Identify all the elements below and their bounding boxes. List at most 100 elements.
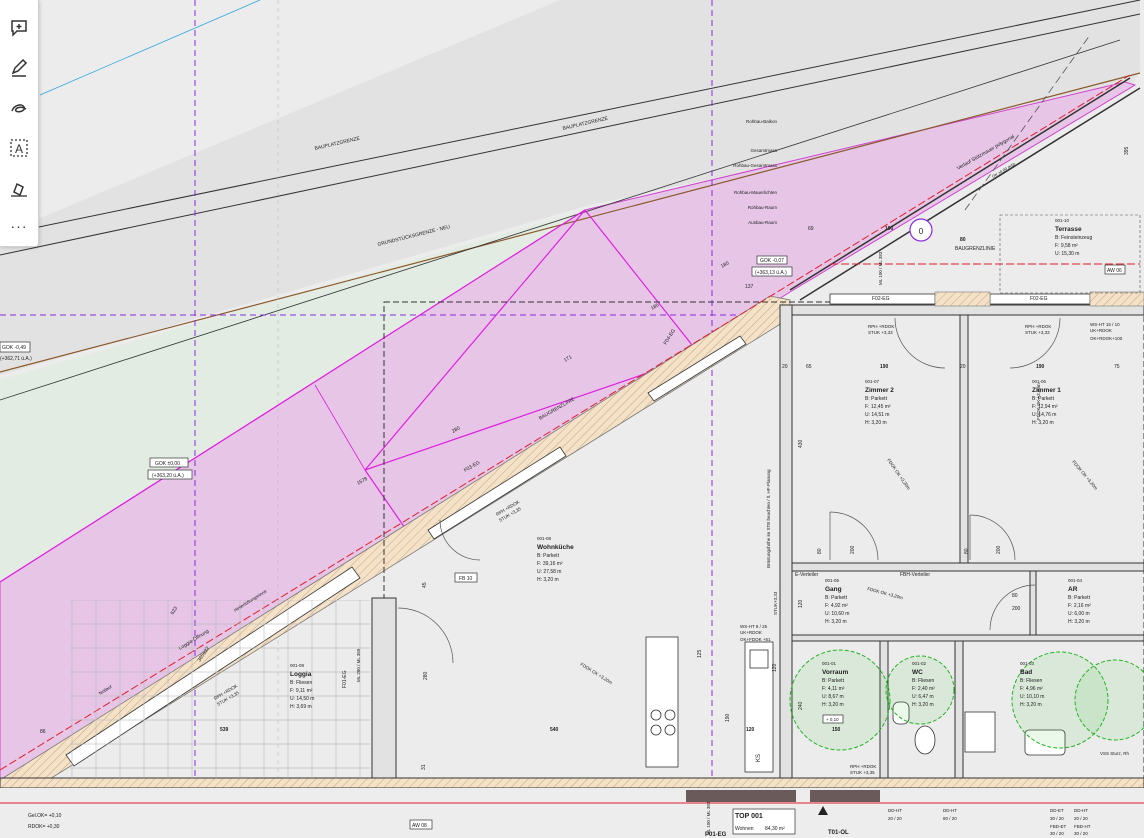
ws-ht-tag: OK+RDOK+100 <box>1090 336 1123 341</box>
sign-icon[interactable] <box>5 174 33 202</box>
wall-north <box>791 304 1144 316</box>
room-perimeter: U: 10,10 m <box>1020 694 1044 700</box>
gok-label: GOK -0,07 <box>760 258 784 264</box>
room-area: F: 4,96 m² <box>1020 686 1043 692</box>
hob-4 <box>664 724 676 736</box>
bath-element <box>964 711 996 753</box>
room-id: 001-08 <box>537 536 552 541</box>
room-height: H: 3,20 m <box>912 702 934 708</box>
ws-ht-tag: UK+RDOK <box>740 630 762 635</box>
annotation-toolbar: A ··· <box>0 0 39 247</box>
more-options-icon[interactable]: ··· <box>5 212 33 240</box>
wall-ar <box>1029 570 1037 636</box>
title-box-area: 84,30 m² <box>765 826 785 832</box>
room-id: 001-05 <box>825 578 840 583</box>
room-area: F: 4,92 m² <box>825 603 848 609</box>
sink <box>749 649 769 669</box>
dd-value: 30 / 20 <box>1050 831 1064 836</box>
room-area: F: 9,11 m² <box>290 688 313 694</box>
bottom-note: Gel.OK= +0,10 <box>28 813 62 819</box>
room-perimeter: U: 6,47 m <box>912 694 934 700</box>
stuk-tag: STUK +3,33 <box>868 330 893 335</box>
dim-label: 80 <box>817 548 823 554</box>
dim-label: 20 <box>782 364 788 370</box>
room-name: Terrasse <box>1055 226 1082 233</box>
dim-label: 200 <box>996 545 1002 554</box>
room-area: F: 39,16 m² <box>537 561 563 567</box>
room-height: H: 3,20 m <box>1020 702 1042 708</box>
room-area: F: 4,11 m² <box>822 686 845 692</box>
dim-label: 539 <box>220 727 229 733</box>
dd-header: FBD-ET <box>1050 824 1067 829</box>
dd-value: 80 / 20 <box>943 816 957 821</box>
svg-text:A: A <box>15 142 23 156</box>
dim-label: 120 <box>798 599 804 608</box>
hob-2 <box>664 709 676 721</box>
dim-label: 120 <box>746 727 755 733</box>
room-id: 001-06 <box>1032 379 1047 384</box>
room-height: H: 3,20 m <box>822 702 844 708</box>
dim-label: 200 <box>850 545 856 554</box>
window-tag: F01-EG <box>342 670 348 688</box>
bottom-strip <box>0 788 1144 838</box>
room-id: 001-03 <box>1020 661 1035 666</box>
stuk-tag: STUK +3,33 <box>1025 330 1050 335</box>
dim-label: 190 <box>1036 364 1045 370</box>
dim-label: 395 <box>1124 146 1130 155</box>
ws-ht-tag: UK+RDOK <box>1090 328 1112 333</box>
dim-label: 86 <box>40 729 46 735</box>
room-height: H: 3,20 m <box>537 577 559 583</box>
dim-label: 80 <box>1012 593 1018 599</box>
wall-mid <box>791 562 1144 572</box>
window-tag: F02-EG <box>872 296 890 302</box>
dd-header: DD-HT <box>1074 808 1088 813</box>
dim-label: 150 <box>832 727 841 733</box>
room-area: F: 9,58 m² <box>1055 243 1078 249</box>
level-marker-label: 0 <box>919 227 924 236</box>
dim-label: 80 <box>964 548 970 554</box>
dim-label: 120 <box>772 663 778 672</box>
text-box-icon[interactable]: A <box>5 134 33 162</box>
gok-label: GOK ±0,00 <box>155 461 180 467</box>
room-id: 001-10 <box>1055 218 1070 223</box>
room-name: WC <box>912 669 923 676</box>
dd-header: DD-HT <box>943 808 957 813</box>
add-comment-icon[interactable] <box>5 14 33 42</box>
room-id: 001-01 <box>822 661 837 666</box>
window-tag: F02-EG <box>1030 296 1048 302</box>
title-box-label: TOP 001 <box>735 813 763 820</box>
aw-label: AW 06 <box>1107 268 1122 274</box>
room-name: AR <box>1068 586 1078 593</box>
dd-header: FBD-HT <box>1074 824 1091 829</box>
room-id: 001-09 <box>290 663 305 668</box>
ml-tag: ML 280 / ML 369 <box>356 648 361 682</box>
freehand-icon[interactable] <box>5 94 33 122</box>
dim-label: 80 <box>960 237 966 243</box>
room-area: F: 12,45 m² <box>865 404 891 410</box>
entrance-slab-2 <box>810 790 880 802</box>
room-name: Zimmer 2 <box>865 387 894 394</box>
pier-1 <box>934 291 991 307</box>
room-perimeter: U: 14,51 m <box>865 412 889 418</box>
draw-icon[interactable] <box>5 54 33 82</box>
dim-label: 65 <box>806 364 812 370</box>
ws-ht-tag: WS-HT 15 / 10 <box>1090 322 1120 327</box>
wall-loggia <box>371 597 397 804</box>
dim-label: 69 <box>808 226 814 232</box>
room-perimeter: U: 14,50 m <box>290 696 314 702</box>
title-box-ref2: P01-EG <box>705 832 727 838</box>
dim-label: 31 <box>421 764 427 770</box>
turning-circle-1 <box>789 649 891 751</box>
fb-label: FB 10 <box>459 576 473 582</box>
wall-corridor <box>779 304 793 806</box>
dd-value: 20 / 20 <box>1074 816 1088 821</box>
layer-legend-item: Gesamtmass <box>750 148 777 153</box>
room-floor: B: Parkett <box>825 595 848 601</box>
fbh-note: FBH-Verteiler <box>900 572 930 578</box>
room-floor: B: Parkett <box>865 396 888 402</box>
dim-label: 190 <box>885 226 894 232</box>
ks-label: KS <box>756 754 762 762</box>
hob-1 <box>650 709 662 721</box>
room-floor: B: Fliesen <box>912 678 934 684</box>
room-id: 001-04 <box>1068 578 1083 583</box>
